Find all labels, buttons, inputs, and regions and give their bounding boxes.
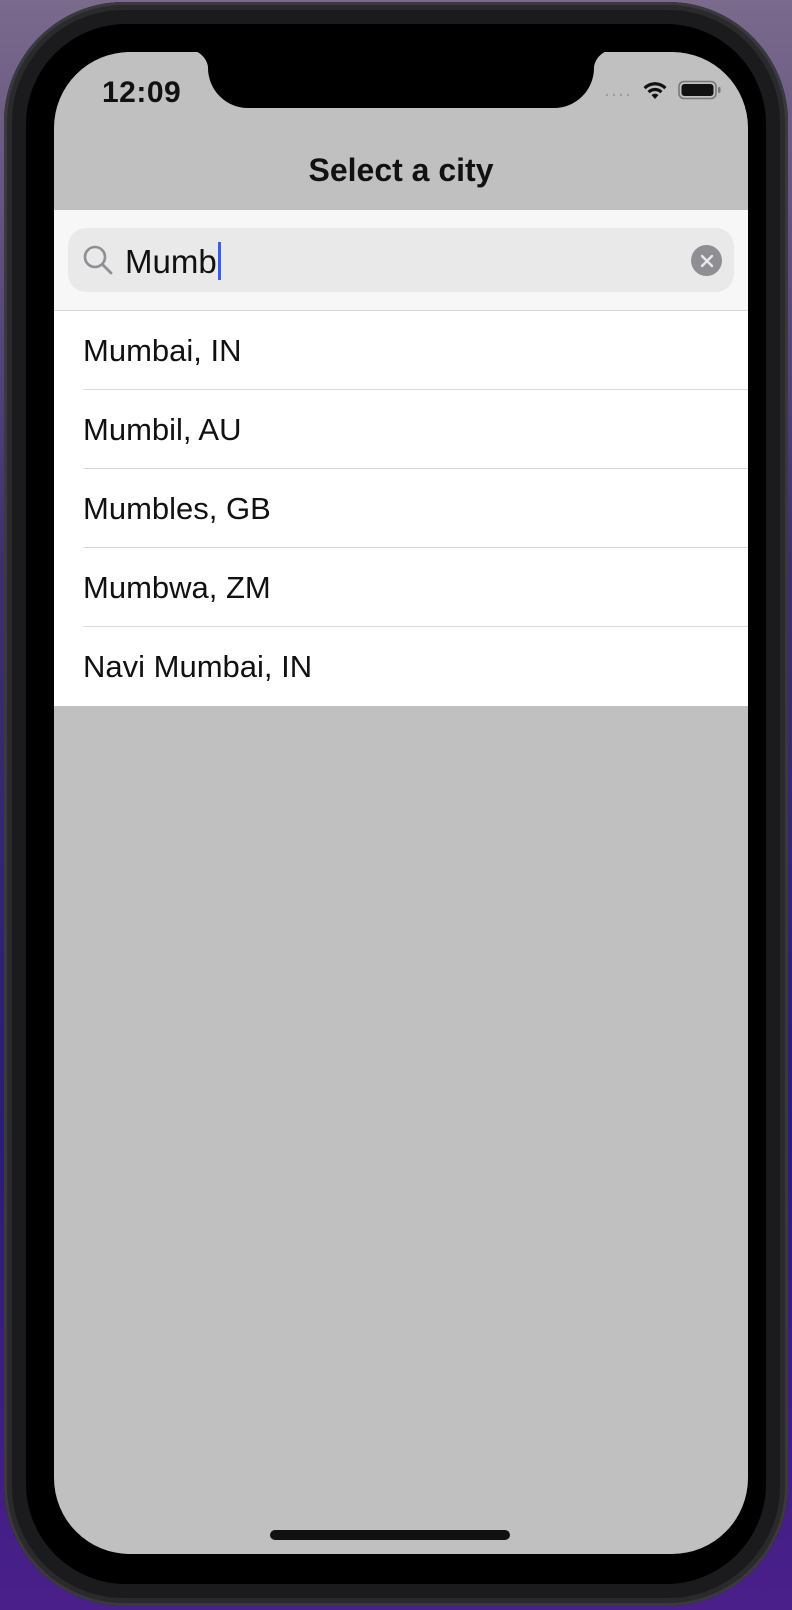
search-input-text[interactable]: Mumb <box>125 242 221 280</box>
page-title: Select a city <box>308 152 494 188</box>
text-cursor <box>217 242 221 280</box>
search-bar: Mumb <box>54 210 748 311</box>
status-time: 12:09 <box>102 76 182 109</box>
city-result-item[interactable]: Mumbil, AU <box>54 390 748 469</box>
city-result-item[interactable]: Mumbai, IN <box>54 311 748 390</box>
battery-icon <box>678 80 721 100</box>
city-results-list: Mumbai, IN Mumbil, AU Mumbles, GB Mumbwa… <box>54 311 748 706</box>
signal-icon: ․․․․ <box>603 80 632 100</box>
app-screen: 12:09 ․․․․ Select a city Mumb Mumbai, IN… <box>54 52 748 1554</box>
status-indicators: ․․․․ <box>604 80 722 100</box>
home-indicator[interactable] <box>270 1530 510 1540</box>
clear-search-button[interactable] <box>691 245 722 276</box>
clear-icon <box>700 254 713 267</box>
city-result-item[interactable]: Mumbwa, ZM <box>54 548 748 627</box>
notch <box>188 52 614 108</box>
search-input[interactable]: Mumb <box>68 228 734 292</box>
wifi-icon <box>643 82 667 99</box>
city-result-item[interactable]: Mumbles, GB <box>54 469 748 548</box>
search-query: Mumb <box>125 243 217 280</box>
search-icon <box>83 245 113 275</box>
city-result-item[interactable]: Navi Mumbai, IN <box>54 627 748 706</box>
